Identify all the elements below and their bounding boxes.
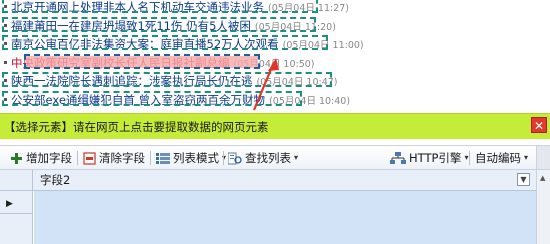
matched-element-outline <box>2 72 332 88</box>
grid-corner <box>0 170 33 190</box>
matched-element-outline <box>2 0 318 13</box>
toolbar-separator <box>223 151 224 165</box>
news-item[interactable]: 公安部exe通缉嫌犯自首 曾入室盗窃两百余万财物 (05月04日 10:40) <box>0 90 550 109</box>
grid-header: 字段2 ▼ <box>0 170 536 191</box>
chevron-down-icon: ▾ <box>294 153 299 162</box>
auto-encoding-dropdown[interactable]: 自动编码 ▾ <box>475 149 528 167</box>
table-row[interactable] <box>34 191 536 244</box>
network-icon <box>390 151 406 164</box>
find-list-label: 查找列表 <box>245 151 291 165</box>
http-engine-label: HTTP引擎 <box>409 151 462 165</box>
auto-encoding-label: 自动编码 <box>475 151 521 165</box>
column-header-label: 字段2 <box>40 173 71 187</box>
instruction-bar: 【选择元素】请在网页上点击要提取数据的网页元素 ✕ <box>0 113 550 139</box>
list-icon <box>156 152 170 164</box>
bullet-icon <box>4 60 7 64</box>
matched-element-outline <box>2 90 302 106</box>
list-mode-dropdown[interactable]: 列表模式 ▾ <box>156 149 226 167</box>
instruction-text: 【选择元素】请在网页上点击要提取数据的网页元素 <box>4 120 269 134</box>
row-divider <box>0 213 33 214</box>
close-button[interactable]: ✕ <box>531 117 547 133</box>
toolbar-separator <box>77 151 78 165</box>
clear-field-button[interactable]: 清除字段 <box>83 149 145 167</box>
toolbar-separator <box>150 151 151 165</box>
field-toolbar: 增加字段 清除字段 列表模式 ▾ 查找列表 ▾ HTTP引擎 ▾ 自动编码 ▾ <box>0 145 550 170</box>
toolbar-overflow[interactable] <box>536 146 550 169</box>
toolbar-separator <box>469 151 470 165</box>
news-item[interactable]: 南京公审百亿非法集资大案：庭审直播52万人次观看 (05月04日 11:00) <box>0 34 550 53</box>
matched-element-outline <box>2 16 316 32</box>
http-engine-dropdown[interactable]: HTTP引擎 ▾ <box>390 149 468 167</box>
find-list-dropdown[interactable]: 查找列表 ▾ <box>228 149 298 167</box>
news-list: 北京开通网上处理非本人名下机动车交通违法业务 (05月04日 11:27) 福建莆田… <box>0 0 550 109</box>
list-mode-label: 列表模式 <box>173 151 219 165</box>
chevron-down-icon: ▾ <box>524 153 529 162</box>
chevron-down-icon: ▾ <box>464 153 469 162</box>
column-header-field2[interactable]: 字段2 ▼ <box>34 170 534 190</box>
news-item[interactable]: 中央政策研究室副校长任人民日报社副总编(05月04日 10:50) <box>0 53 550 72</box>
news-item[interactable]: 福建莆田一在建房坍塌致1死11伤 仍有5人被困 (05月04日 11:20) <box>0 16 550 35</box>
row-indicator-column: ▶ <box>0 191 33 244</box>
news-item[interactable]: 北京开通网上处理非本人名下机动车交通违法业务 (05月04日 11:27) <box>0 0 550 16</box>
add-field-button[interactable]: 增加字段 <box>10 149 72 167</box>
chevron-down-icon[interactable]: ▼ <box>517 173 530 186</box>
clear-field-label: 清除字段 <box>99 151 145 165</box>
add-field-label: 增加字段 <box>26 151 72 165</box>
vertical-scrollbar[interactable]: ▲ <box>536 170 550 244</box>
matched-element-outline <box>2 35 328 51</box>
current-row-icon: ▶ <box>6 199 13 209</box>
selected-outline <box>24 53 260 69</box>
clear-icon <box>83 151 96 165</box>
field-grid: 字段2 ▼ ▶ ▲ <box>0 170 550 244</box>
find-list-icon <box>228 152 242 164</box>
plus-icon <box>11 152 22 164</box>
webpage-preview[interactable]: 北京开通网上处理非本人名下机动车交通违法业务 (05月04日 11:27) 福建莆田… <box>0 0 550 113</box>
news-item[interactable]: 陕西一法院院长遇刺追踪：涉案执行局长仍在逃 (05月04日 10:47) <box>0 71 550 90</box>
scroll-up-icon[interactable]: ▲ <box>540 174 545 182</box>
